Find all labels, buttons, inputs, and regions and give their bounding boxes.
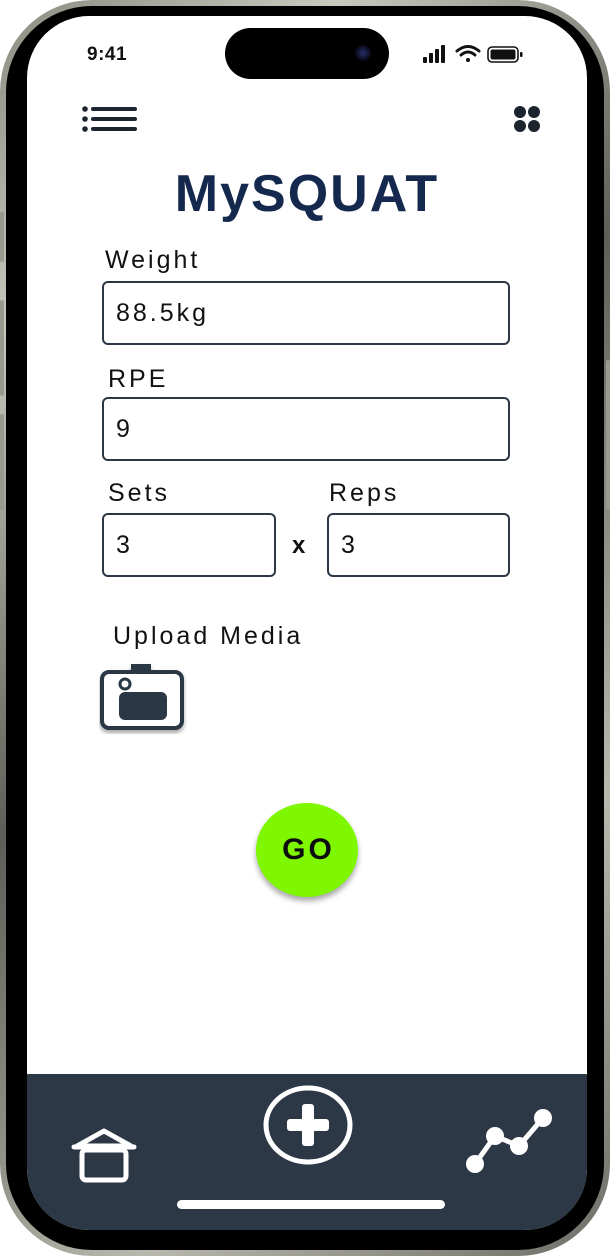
status-icons xyxy=(423,45,523,63)
battery-icon xyxy=(487,46,523,63)
cellular-signal-icon xyxy=(423,45,445,63)
upload-media-label: Upload Media xyxy=(113,622,304,650)
reps-input[interactable]: 3 xyxy=(327,513,510,577)
home-indicator[interactable] xyxy=(177,1200,445,1209)
front-camera-icon xyxy=(355,45,371,61)
menu-icon[interactable] xyxy=(82,106,140,132)
power-button xyxy=(606,360,610,510)
volume-down-button xyxy=(0,414,4,510)
sets-input[interactable]: 3 xyxy=(102,513,276,577)
wifi-icon xyxy=(455,45,481,62)
weight-input[interactable]: 88.5kg xyxy=(102,281,510,345)
reps-label: Reps xyxy=(329,479,400,507)
volume-up-button xyxy=(0,300,4,396)
home-icon[interactable] xyxy=(71,1126,137,1184)
dynamic-island xyxy=(225,28,389,79)
action-button xyxy=(0,212,4,262)
times-sign: x xyxy=(292,532,306,559)
grid-apps-icon[interactable] xyxy=(512,104,542,134)
rpe-label: RPE xyxy=(108,365,169,393)
rpe-input[interactable]: 9 xyxy=(102,397,510,461)
weight-label: Weight xyxy=(105,246,201,274)
stats-graph-icon[interactable] xyxy=(463,1106,559,1176)
sets-label: Sets xyxy=(108,479,171,507)
app-title: MySQUAT xyxy=(174,165,440,223)
add-circle-icon[interactable] xyxy=(262,1084,354,1166)
app-screen: 9:41 MySQUAT Weight 88.5kg RPE 9 Sets 3 … xyxy=(27,16,587,1230)
go-button[interactable]: GO xyxy=(256,803,358,897)
status-time: 9:41 xyxy=(87,44,128,65)
bottom-nav xyxy=(27,1074,587,1230)
camera-upload-icon[interactable] xyxy=(99,662,187,734)
